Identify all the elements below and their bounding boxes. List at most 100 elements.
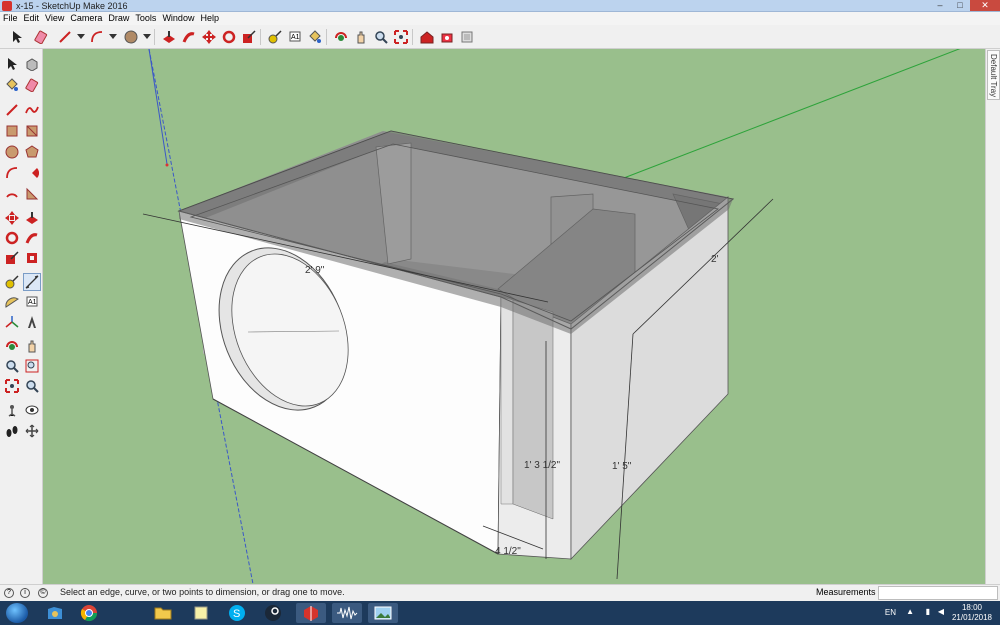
look-around-icon[interactable] bbox=[23, 401, 41, 419]
sketchup-icon[interactable] bbox=[296, 603, 326, 623]
network-icon[interactable]: ▮ bbox=[926, 607, 930, 616]
followme-icon[interactable] bbox=[180, 28, 197, 45]
paint-bucket-icon[interactable] bbox=[306, 28, 323, 45]
folder-icon[interactable] bbox=[148, 603, 178, 623]
orbit-icon[interactable] bbox=[332, 28, 349, 45]
menu-edit[interactable]: Edit bbox=[21, 12, 43, 25]
polygon-icon[interactable] bbox=[23, 143, 41, 161]
menu-camera[interactable]: Camera bbox=[67, 12, 105, 25]
arc-icon[interactable] bbox=[3, 164, 21, 182]
freehand-icon[interactable] bbox=[23, 101, 41, 119]
text-icon[interactable]: A1 bbox=[23, 293, 41, 311]
zoom-icon[interactable] bbox=[3, 357, 21, 375]
scale-icon[interactable] bbox=[240, 28, 257, 45]
maximize-button[interactable]: □ bbox=[950, 0, 970, 11]
walk-icon[interactable] bbox=[3, 422, 21, 440]
speaker-icon[interactable]: ◀ bbox=[938, 607, 944, 616]
move-icon[interactable] bbox=[200, 28, 217, 45]
rotate-icon[interactable] bbox=[3, 229, 21, 247]
pushpull-icon[interactable] bbox=[160, 28, 177, 45]
paint-bucket-icon[interactable] bbox=[3, 76, 21, 94]
text-icon[interactable]: A1 bbox=[286, 28, 303, 45]
dimension-label-outer-height[interactable]: 1' 5" bbox=[612, 461, 632, 472]
arc-icon[interactable] bbox=[88, 28, 105, 45]
chevron-up-icon[interactable]: ▲ bbox=[906, 607, 914, 616]
select-icon[interactable] bbox=[3, 55, 21, 73]
zoom-icon[interactable] bbox=[372, 28, 389, 45]
protractor-icon[interactable] bbox=[3, 293, 21, 311]
offset-icon[interactable] bbox=[23, 249, 41, 267]
layout-icon[interactable] bbox=[458, 28, 475, 45]
scale-icon[interactable] bbox=[3, 249, 21, 267]
model-canvas[interactable]: 2' 9" 2' 1' 3 1/2" 1' 5" 4 1/2" bbox=[43, 49, 985, 584]
toolbar-separator bbox=[326, 29, 327, 45]
zoom-extents-icon[interactable] bbox=[392, 28, 409, 45]
circle-icon[interactable] bbox=[3, 143, 21, 161]
clock-time[interactable]: 18:00 bbox=[962, 603, 982, 612]
start-button[interactable] bbox=[6, 603, 28, 623]
pan-icon[interactable] bbox=[352, 28, 369, 45]
credits-icon[interactable]: © bbox=[38, 588, 48, 598]
rectangle-icon[interactable] bbox=[3, 122, 21, 140]
move-icon[interactable] bbox=[3, 209, 21, 227]
extension-icon[interactable] bbox=[438, 28, 455, 45]
modeling-viewport[interactable]: 2' 9" 2' 1' 3 1/2" 1' 5" 4 1/2" bbox=[43, 49, 985, 584]
rotate-icon[interactable] bbox=[220, 28, 237, 45]
menu-draw[interactable]: Draw bbox=[105, 12, 132, 25]
chevron-down-icon[interactable] bbox=[138, 28, 155, 45]
3d-text-icon[interactable] bbox=[23, 313, 41, 331]
info-icon[interactable]: i bbox=[20, 588, 30, 598]
warehouse-icon[interactable] bbox=[418, 28, 435, 45]
menu-file[interactable]: File bbox=[0, 12, 21, 25]
clock-date[interactable]: 21/01/2018 bbox=[952, 613, 992, 622]
axes-icon[interactable] bbox=[3, 313, 21, 331]
select-icon[interactable] bbox=[8, 28, 25, 45]
chevron-down-icon[interactable] bbox=[104, 28, 121, 45]
chevron-down-icon[interactable] bbox=[72, 28, 89, 45]
status-message: Select an edge, curve, or two points to … bbox=[60, 587, 345, 597]
notes-icon[interactable] bbox=[186, 603, 216, 623]
explorer-icon[interactable] bbox=[40, 603, 70, 623]
photo-viewer-icon[interactable] bbox=[368, 603, 398, 623]
default-tray-tab[interactable]: Default Tray bbox=[987, 50, 1000, 100]
menu-tools[interactable]: Tools bbox=[132, 12, 159, 25]
language-indicator[interactable]: EN bbox=[885, 608, 896, 617]
audio-icon[interactable] bbox=[332, 603, 362, 623]
dimension-label-depth[interactable]: 2' bbox=[711, 254, 719, 265]
tape-measure-icon[interactable] bbox=[3, 273, 21, 291]
menu-window[interactable]: Window bbox=[159, 12, 197, 25]
steam-icon[interactable] bbox=[258, 603, 288, 623]
close-button[interactable]: ✕ bbox=[970, 0, 1000, 11]
section-icon[interactable] bbox=[23, 422, 41, 440]
zoom-extents-icon[interactable] bbox=[3, 377, 21, 395]
skype-icon[interactable]: S bbox=[222, 603, 252, 623]
line-icon[interactable] bbox=[3, 101, 21, 119]
tape-measure-icon[interactable] bbox=[266, 28, 283, 45]
component-icon[interactable] bbox=[23, 55, 41, 73]
2pt-arc-icon[interactable] bbox=[23, 185, 41, 203]
position-camera-icon[interactable] bbox=[3, 401, 21, 419]
followme-icon[interactable] bbox=[23, 229, 41, 247]
eraser-icon[interactable] bbox=[32, 28, 49, 45]
line-icon[interactable] bbox=[56, 28, 73, 45]
dimension-icon[interactable] bbox=[23, 273, 41, 291]
chrome-icon[interactable] bbox=[74, 603, 104, 623]
dimension-label-thickness[interactable]: 4 1/2" bbox=[495, 546, 521, 557]
zoom-window-icon[interactable] bbox=[23, 357, 41, 375]
rotated-rect-icon[interactable] bbox=[23, 122, 41, 140]
eraser-icon[interactable] bbox=[23, 76, 41, 94]
dimension-label-inner-height[interactable]: 1' 3 1/2" bbox=[524, 460, 560, 471]
shape-icon[interactable] bbox=[122, 28, 139, 45]
previous-icon[interactable] bbox=[23, 377, 41, 395]
3pt-arc-icon[interactable] bbox=[3, 185, 21, 203]
minimize-button[interactable]: – bbox=[930, 0, 950, 11]
pan-icon[interactable] bbox=[23, 337, 41, 355]
dimension-label-width[interactable]: 2' 9" bbox=[305, 265, 325, 276]
pie-icon[interactable] bbox=[23, 164, 41, 182]
measurements-input[interactable] bbox=[878, 586, 998, 600]
menu-view[interactable]: View bbox=[42, 12, 67, 25]
menu-help[interactable]: Help bbox=[197, 12, 222, 25]
orbit-icon[interactable] bbox=[3, 337, 21, 355]
pushpull-icon[interactable] bbox=[23, 209, 41, 227]
geo-location-icon[interactable]: ? bbox=[4, 588, 14, 598]
